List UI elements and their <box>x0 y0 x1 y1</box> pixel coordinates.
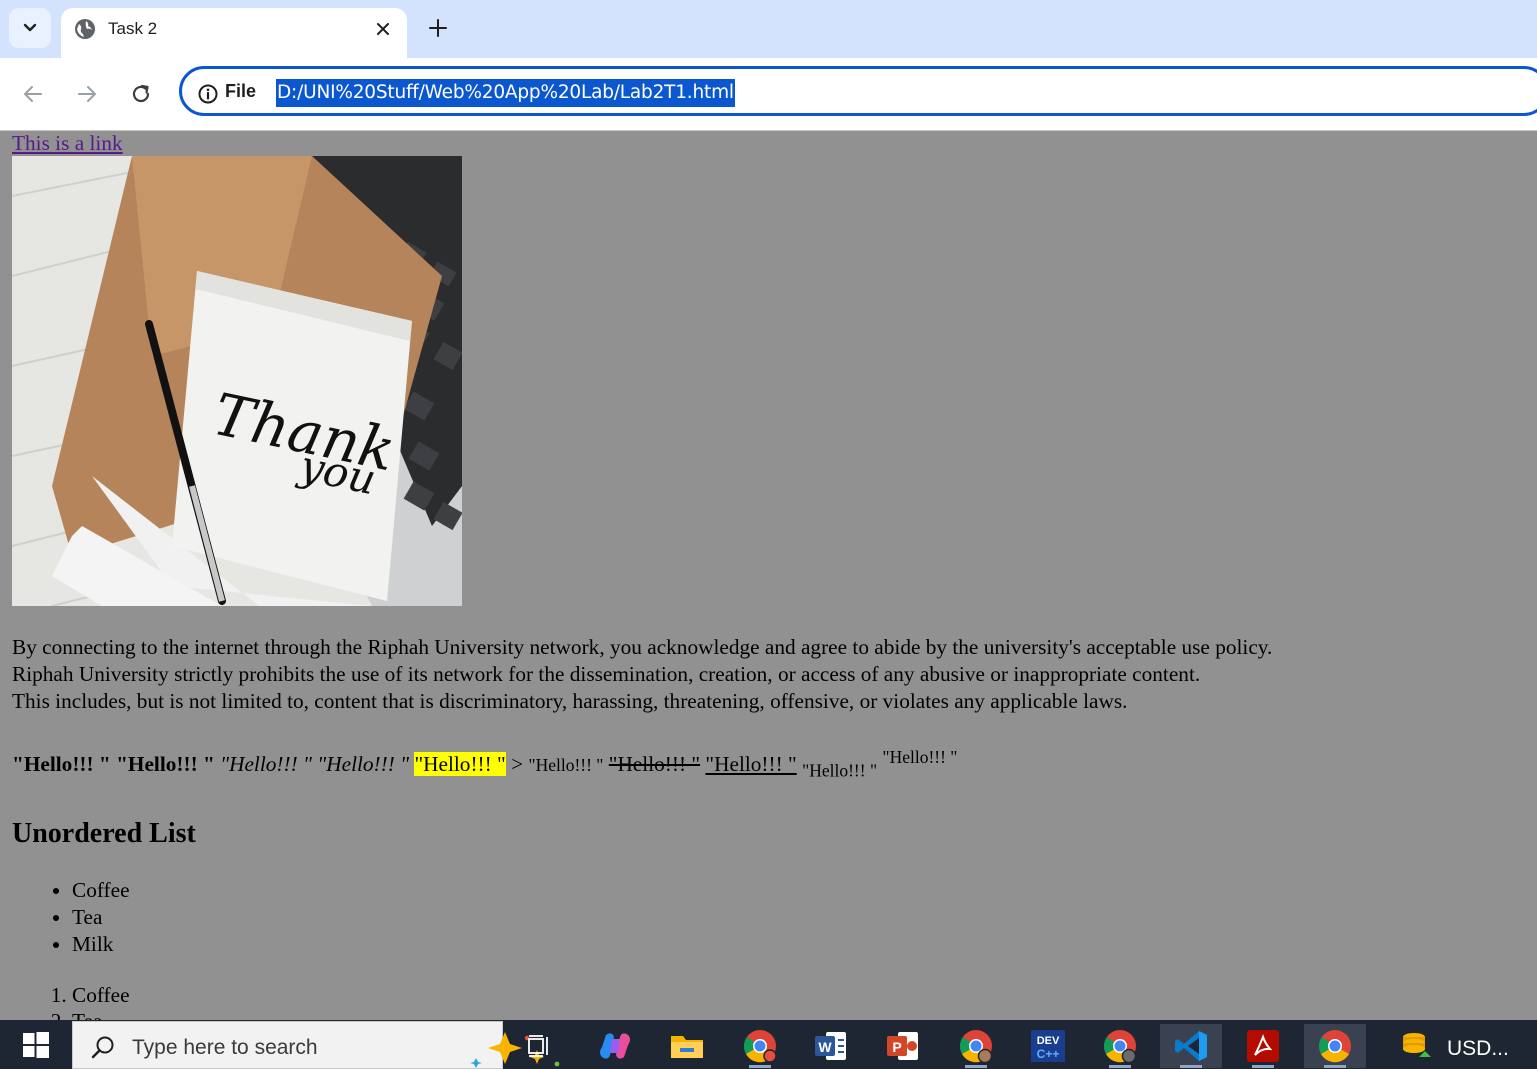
unordered-list: Coffee Tea Milk <box>12 877 1512 958</box>
chrome-button-4[interactable] <box>1304 1024 1366 1068</box>
paragraph-line: This includes, but is not limited to, co… <box>12 689 1128 713</box>
start-button[interactable] <box>0 1020 72 1069</box>
strong-text: "Hello!!! " <box>116 752 215 777</box>
search-placeholder: Type here to search <box>132 1036 318 1059</box>
marked-text: "Hello!!! " <box>414 752 506 777</box>
thank-you-image: Thank you <box>12 156 462 606</box>
list-item: Coffee <box>72 877 1512 904</box>
reload-button[interactable] <box>127 80 155 108</box>
taskbar: Type here to search W P DEV C++ USD... <box>0 1020 1537 1069</box>
search-icon <box>91 1036 114 1059</box>
svg-text:C++: C++ <box>1037 1047 1060 1061</box>
browser-toolbar: File D:/UNI%20Stuff/Web%20App%20Lab/Lab2… <box>0 58 1537 131</box>
close-tab-button[interactable] <box>372 18 394 40</box>
acrobat-button[interactable] <box>1232 1024 1294 1068</box>
forward-button[interactable] <box>73 80 101 108</box>
copilot-icon <box>600 1033 630 1059</box>
emphasis-text: "Hello!!! " <box>317 752 410 777</box>
chrome-icon <box>1319 1030 1351 1063</box>
chrome-icon <box>744 1030 777 1063</box>
plus-icon <box>429 19 447 37</box>
new-tab-button[interactable] <box>424 14 452 42</box>
greater-than-text: > <box>511 752 524 777</box>
italic-text: "Hello!!! " <box>220 752 312 777</box>
list-item: Tea <box>72 904 1512 931</box>
svg-text:W: W <box>818 1039 832 1055</box>
chrome-button-2[interactable] <box>945 1024 1007 1068</box>
svg-text:DEV: DEV <box>1037 1035 1060 1047</box>
windows-start-icon <box>23 1031 49 1058</box>
back-arrow-icon <box>24 86 42 102</box>
back-button[interactable] <box>19 80 47 108</box>
address-bar[interactable]: File D:/UNI%20Stuff/Web%20App%20Lab/Lab2… <box>179 66 1537 116</box>
reload-icon <box>132 84 150 103</box>
currency-widget[interactable] <box>1386 1024 1446 1068</box>
inserted-text: "Hello!!! " <box>705 752 797 777</box>
globe-icon <box>75 19 95 39</box>
superscript-text: "Hello!!! " <box>882 747 958 767</box>
task-view-icon <box>528 1035 548 1057</box>
chrome-icon <box>1104 1030 1137 1063</box>
list-item: Coffee <box>72 982 1512 1008</box>
taskbar-search-box[interactable]: Type here to search <box>72 1021 560 1069</box>
address-scheme-label: File <box>225 81 257 101</box>
word-icon: W <box>815 1032 846 1060</box>
devcpp-icon: DEVC++ <box>1031 1030 1065 1062</box>
devcpp-button[interactable]: DEV C++ <box>1017 1024 1079 1068</box>
close-icon <box>377 23 389 35</box>
ordered-list: Coffee Tea <box>12 982 1512 1020</box>
tab-title: Task 2 <box>108 19 158 38</box>
address-url-text[interactable]: D:/UNI%20Stuff/Web%20App%20Lab/Lab2T1.ht… <box>276 79 735 107</box>
powerpoint-button[interactable]: P <box>872 1024 934 1068</box>
chrome-icon <box>960 1030 993 1063</box>
formatted-text-line: "Hello!!! " "Hello!!! " "Hello!!! " "Hel… <box>12 743 1512 784</box>
file-explorer-button[interactable] <box>656 1024 718 1068</box>
tab-search-button[interactable] <box>9 8 51 48</box>
bold-text: "Hello!!! " <box>12 752 111 777</box>
chevron-down-icon <box>23 23 37 32</box>
powerpoint-icon: P <box>887 1032 918 1060</box>
forward-arrow-icon <box>78 86 96 102</box>
chrome-button-1[interactable] <box>729 1024 791 1068</box>
page-link[interactable]: This is a link <box>12 131 1512 155</box>
list-heading: Unordered List <box>12 818 196 850</box>
task-view-button[interactable] <box>509 1024 571 1068</box>
currency-widget-label[interactable]: USD... <box>1447 1037 1509 1061</box>
deleted-text: "Hello!!! " <box>608 752 701 777</box>
tab-task-2[interactable]: Task 2 <box>61 8 407 60</box>
subscript-text: "Hello!!! " <box>802 760 878 781</box>
tab-strip: Task 2 <box>0 0 1537 60</box>
chrome-button-3[interactable] <box>1089 1024 1151 1068</box>
paragraph-line: By connecting to the internet through th… <box>12 635 1273 659</box>
word-button[interactable]: W <box>800 1024 862 1068</box>
info-icon[interactable] <box>197 83 219 105</box>
acrobat-icon <box>1247 1030 1279 1062</box>
file-explorer-icon <box>671 1036 703 1058</box>
svg-text:P: P <box>892 1039 901 1055</box>
page-content: This is a link Thank you By connecting t… <box>0 131 1537 1020</box>
paragraph-line: Riphah University strictly prohibits the… <box>12 662 1201 686</box>
small-text: "Hello!!! " <box>528 755 604 776</box>
coins-icon <box>1403 1033 1431 1057</box>
vscode-button[interactable] <box>1160 1024 1222 1068</box>
list-item: Tea <box>72 1008 1512 1020</box>
copilot-button[interactable] <box>584 1024 646 1068</box>
policy-paragraph: By connecting to the internet through th… <box>12 634 1512 715</box>
list-item: Milk <box>72 931 1512 958</box>
vscode-icon <box>1175 1031 1207 1061</box>
